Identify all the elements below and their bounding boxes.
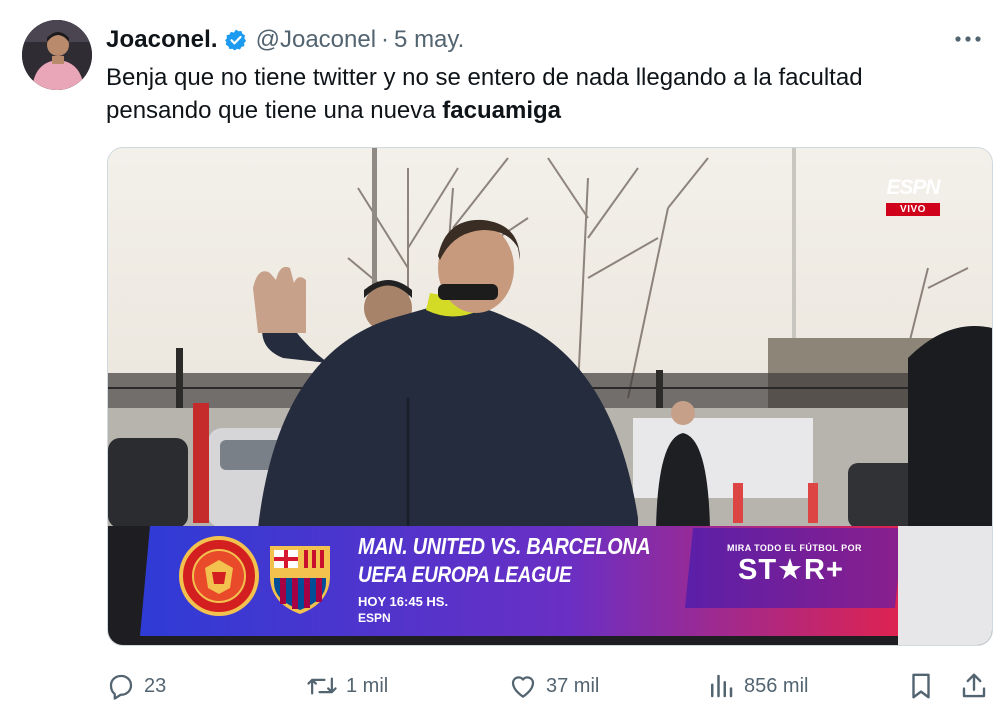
header-separator: · [381, 26, 390, 53]
author-avatar[interactable] [22, 20, 92, 90]
views-button[interactable]: 856 mil [706, 666, 808, 706]
competition-name: UEFA EUROPA LEAGUE [358, 562, 572, 587]
tweet-media[interactable]: ESPN VIVO MAN. UNITED VS. BARCELONA UEFA… [107, 147, 993, 646]
views-icon [711, 674, 733, 698]
espn-logo-text: ESPN [886, 176, 940, 199]
bookmark-icon [912, 673, 930, 699]
repost-icon [307, 677, 337, 695]
tweet-actions: 23 1 mil 37 mil 856 mil [106, 666, 996, 706]
tweet-text: Benja que no tiene twitter y no se enter… [106, 61, 966, 127]
man-united-crest-icon [179, 536, 259, 616]
match-title: MAN. UNITED VS. BARCELONA [358, 533, 651, 559]
espn-live-logo: ESPN VIVO [878, 177, 948, 217]
tweet-text-bold: facuamiga [442, 97, 562, 124]
more-icon[interactable] [950, 24, 986, 54]
like-count: 37 mil [546, 674, 600, 697]
repost-button[interactable]: 1 mil [306, 666, 388, 706]
like-button[interactable]: 37 mil [508, 666, 599, 706]
share-button[interactable] [959, 666, 997, 706]
author-name[interactable]: Joaconel. [106, 26, 218, 54]
share-icon [962, 673, 986, 698]
tweet-header: Joaconel. @Joaconel · 5 may. [106, 24, 464, 56]
views-count: 856 mil [744, 674, 809, 697]
kickoff-time: HOY 16:45 HS. [358, 594, 449, 609]
live-label: VIVO [886, 203, 940, 216]
repost-count: 1 mil [346, 674, 389, 697]
reply-count: 23 [144, 674, 167, 697]
reply-icon [109, 674, 133, 700]
author-handle[interactable]: @Joaconel [256, 26, 376, 54]
verified-badge-icon [224, 28, 248, 52]
tweet-date[interactable]: 5 may. [394, 26, 464, 54]
star-plus-logo: ST★R+ [738, 554, 844, 586]
bookmark-button[interactable] [906, 666, 944, 706]
reply-button[interactable]: 23 [106, 666, 166, 706]
like-icon [511, 676, 535, 698]
channel-name: ESPN [358, 611, 391, 625]
